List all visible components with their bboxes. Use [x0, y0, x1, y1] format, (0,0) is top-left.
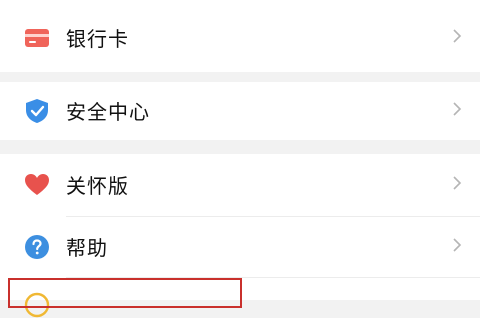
menu-item-security-center[interactable]: 安全中心	[0, 82, 480, 140]
chevron-right-icon	[453, 176, 462, 190]
bank-card-icon	[25, 29, 49, 47]
menu-group-cards: 银行卡	[0, 0, 480, 72]
menu-item-care-mode[interactable]: 关怀版	[0, 154, 480, 216]
chevron-right-icon	[453, 238, 462, 252]
heart-icon	[25, 174, 49, 195]
menu-item-help[interactable]: 帮助	[0, 217, 480, 277]
menu-item-label: 帮助	[66, 236, 108, 260]
menu-item-label: 关怀版	[66, 174, 129, 198]
menu-item-label: 安全中心	[66, 100, 150, 124]
menu-group-security: 安全中心	[0, 82, 480, 140]
shield-check-icon	[26, 99, 48, 123]
chevron-right-icon	[453, 29, 462, 43]
menu-item-bank-card[interactable]: 银行卡	[0, 0, 480, 72]
help-question-icon	[25, 235, 49, 259]
highlight-box	[8, 278, 242, 308]
chevron-right-icon	[453, 102, 462, 116]
menu-item-label: 银行卡	[66, 27, 129, 51]
